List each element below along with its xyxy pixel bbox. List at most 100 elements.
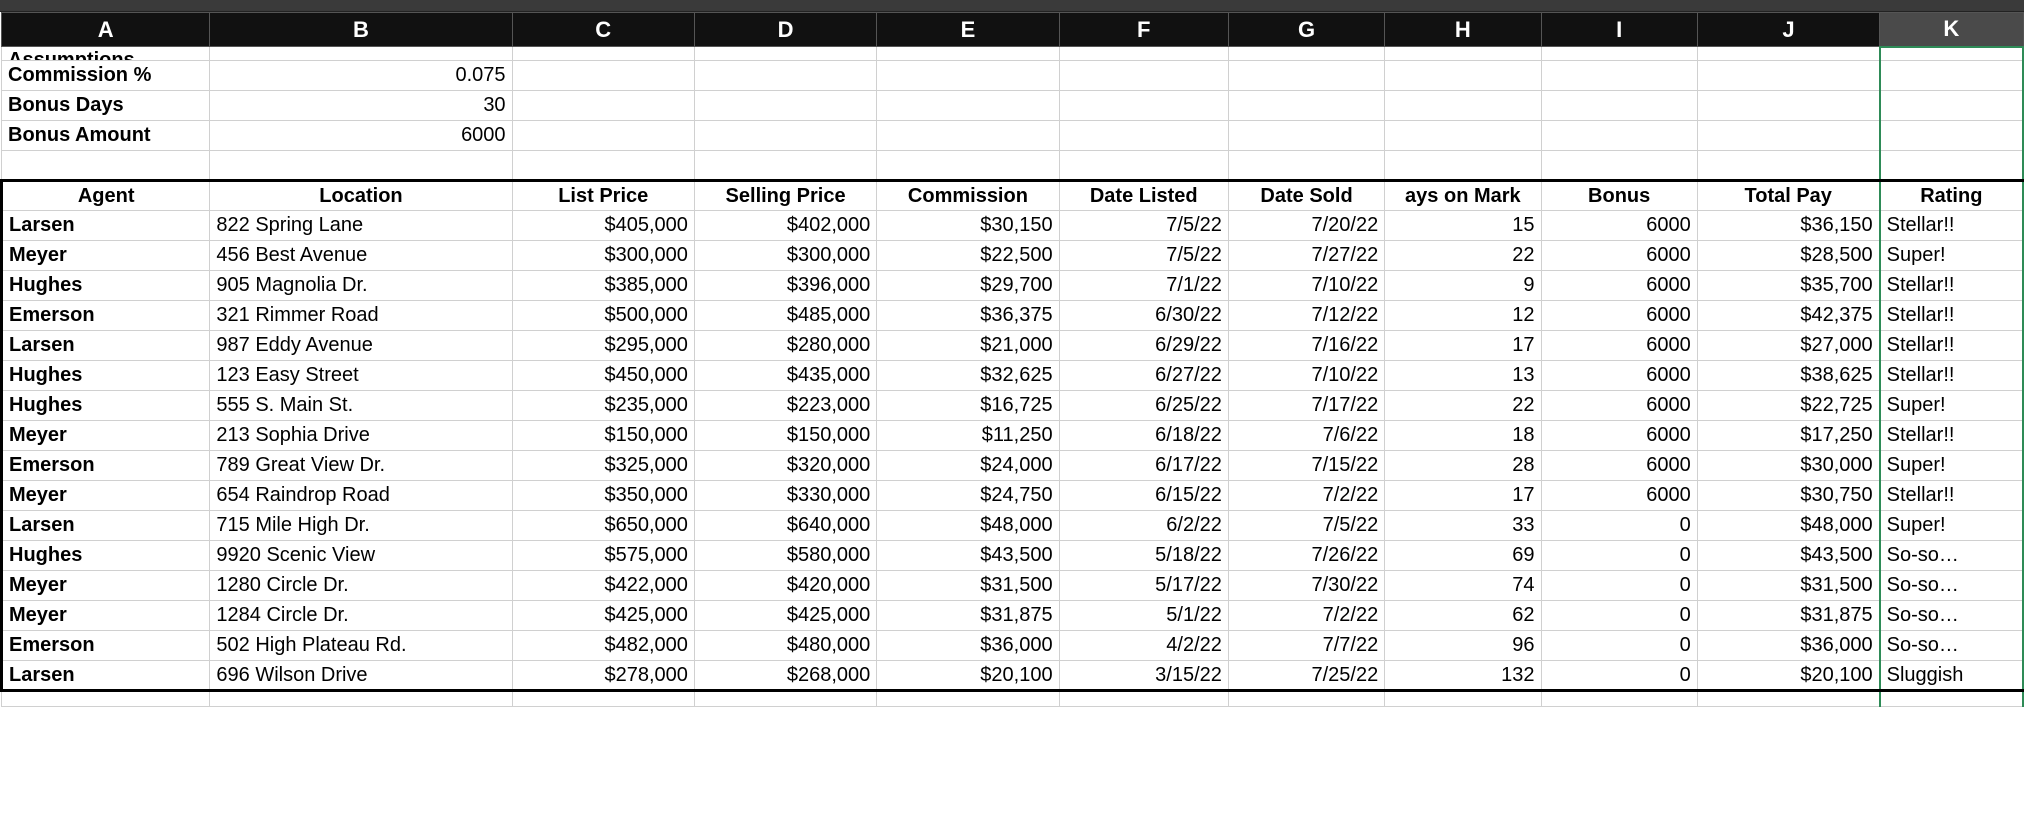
cell-empty[interactable] [694, 47, 876, 61]
cell-empty[interactable] [1697, 151, 1879, 181]
cell-bonus[interactable]: 6000 [1541, 451, 1697, 481]
column-header-D[interactable]: D [694, 13, 876, 47]
cell-bonus[interactable]: 6000 [1541, 391, 1697, 421]
cell-selling-price[interactable]: $396,000 [694, 271, 876, 301]
cell-selling-price[interactable]: $268,000 [694, 661, 876, 691]
cell-location[interactable]: 123 Easy Street [210, 361, 512, 391]
cell-date-sold[interactable]: 7/17/22 [1228, 391, 1384, 421]
cell-agent[interactable]: Larsen [2, 511, 210, 541]
cell-agent[interactable]: Larsen [2, 211, 210, 241]
cell-list-price[interactable]: $235,000 [512, 391, 694, 421]
cell-commission[interactable]: $24,000 [877, 451, 1059, 481]
cell-empty[interactable] [694, 121, 876, 151]
cell-location[interactable]: 1280 Circle Dr. [210, 571, 512, 601]
cell-commission[interactable]: $48,000 [877, 511, 1059, 541]
cell-bonus[interactable]: 6000 [1541, 301, 1697, 331]
cell-total-pay[interactable]: $30,750 [1697, 481, 1879, 511]
cell-list-price[interactable]: $300,000 [512, 241, 694, 271]
cell-selling-price[interactable]: $435,000 [694, 361, 876, 391]
cell-date-sold[interactable]: 7/16/22 [1228, 331, 1384, 361]
assumptions-label[interactable]: Assumptions [2, 47, 210, 61]
cell-empty[interactable] [210, 691, 512, 707]
cell-rating[interactable]: Super! [1880, 241, 2023, 271]
cell-location[interactable]: 555 S. Main St. [210, 391, 512, 421]
cell-rating[interactable]: Stellar!! [1880, 481, 2023, 511]
cell-empty[interactable] [1541, 691, 1697, 707]
cell-days-on-market[interactable]: 69 [1385, 541, 1541, 571]
column-header-A[interactable]: A [2, 13, 210, 47]
cell-selling-price[interactable]: $580,000 [694, 541, 876, 571]
cell-total-pay[interactable]: $31,500 [1697, 571, 1879, 601]
cell-commission[interactable]: $43,500 [877, 541, 1059, 571]
cell-bonus[interactable]: 0 [1541, 541, 1697, 571]
assumption-value-0[interactable]: 0.075 [210, 61, 512, 91]
cell-empty[interactable] [694, 691, 876, 707]
cell-bonus[interactable]: 0 [1541, 661, 1697, 691]
assumption-label-1[interactable]: Bonus Days [2, 91, 210, 121]
cell-empty[interactable] [1697, 121, 1879, 151]
cell-empty[interactable] [1228, 121, 1384, 151]
cell-location[interactable]: 654 Raindrop Road [210, 481, 512, 511]
cell-bonus[interactable]: 0 [1541, 601, 1697, 631]
header-days-on-market[interactable]: ays on Mark [1385, 181, 1541, 211]
cell-list-price[interactable]: $405,000 [512, 211, 694, 241]
cell-date-listed[interactable]: 6/18/22 [1059, 421, 1228, 451]
column-header-E[interactable]: E [877, 13, 1059, 47]
cell-commission[interactable]: $31,500 [877, 571, 1059, 601]
cell-date-sold[interactable]: 7/10/22 [1228, 271, 1384, 301]
cell-bonus[interactable]: 6000 [1541, 421, 1697, 451]
cell-days-on-market[interactable]: 15 [1385, 211, 1541, 241]
cell-empty[interactable] [1228, 91, 1384, 121]
header-list-price[interactable]: List Price [512, 181, 694, 211]
cell-date-listed[interactable]: 6/15/22 [1059, 481, 1228, 511]
cell-list-price[interactable]: $150,000 [512, 421, 694, 451]
cell-empty[interactable] [1880, 121, 2023, 151]
cell-rating[interactable]: Stellar!! [1880, 301, 2023, 331]
cell-empty[interactable] [1385, 91, 1541, 121]
cell-agent[interactable]: Emerson [2, 631, 210, 661]
cell-list-price[interactable]: $482,000 [512, 631, 694, 661]
cell-empty[interactable] [1385, 151, 1541, 181]
cell-empty[interactable] [877, 61, 1059, 91]
cell-date-sold[interactable]: 7/6/22 [1228, 421, 1384, 451]
cell-selling-price[interactable]: $150,000 [694, 421, 876, 451]
cell-empty[interactable] [512, 151, 694, 181]
cell-commission[interactable]: $32,625 [877, 361, 1059, 391]
spreadsheet-grid[interactable]: ABCDEFGHIJK AssumptionsCommission %0.075… [0, 12, 2024, 707]
cell-selling-price[interactable]: $485,000 [694, 301, 876, 331]
cell-empty[interactable] [877, 151, 1059, 181]
cell-selling-price[interactable]: $330,000 [694, 481, 876, 511]
cell-location[interactable]: 715 Mile High Dr. [210, 511, 512, 541]
cell-days-on-market[interactable]: 17 [1385, 481, 1541, 511]
cell-empty[interactable] [1059, 691, 1228, 707]
cell-empty[interactable] [1228, 691, 1384, 707]
cell-empty[interactable] [1697, 91, 1879, 121]
cell-selling-price[interactable]: $320,000 [694, 451, 876, 481]
cell-days-on-market[interactable]: 13 [1385, 361, 1541, 391]
cell-empty[interactable] [1228, 47, 1384, 61]
cell-commission[interactable]: $36,000 [877, 631, 1059, 661]
cell-total-pay[interactable]: $42,375 [1697, 301, 1879, 331]
header-agent[interactable]: Agent [2, 181, 210, 211]
cell-date-listed[interactable]: 6/25/22 [1059, 391, 1228, 421]
cell-empty[interactable] [1228, 61, 1384, 91]
cell-empty[interactable] [1059, 61, 1228, 91]
cell-empty[interactable] [694, 61, 876, 91]
cell-date-sold[interactable]: 7/15/22 [1228, 451, 1384, 481]
header-bonus[interactable]: Bonus [1541, 181, 1697, 211]
cell-days-on-market[interactable]: 33 [1385, 511, 1541, 541]
cell-empty[interactable] [2, 151, 210, 181]
cell-date-listed[interactable]: 6/2/22 [1059, 511, 1228, 541]
cell-empty[interactable] [1228, 151, 1384, 181]
cell-commission[interactable]: $22,500 [877, 241, 1059, 271]
cell-list-price[interactable]: $385,000 [512, 271, 694, 301]
cell-agent[interactable]: Meyer [2, 421, 210, 451]
cell-days-on-market[interactable]: 12 [1385, 301, 1541, 331]
cell-list-price[interactable]: $295,000 [512, 331, 694, 361]
cell-agent[interactable]: Emerson [2, 451, 210, 481]
cell-selling-price[interactable]: $280,000 [694, 331, 876, 361]
cell-empty[interactable] [1697, 61, 1879, 91]
cell-location[interactable]: 789 Great View Dr. [210, 451, 512, 481]
cell-days-on-market[interactable]: 74 [1385, 571, 1541, 601]
cell-agent[interactable]: Hughes [2, 361, 210, 391]
